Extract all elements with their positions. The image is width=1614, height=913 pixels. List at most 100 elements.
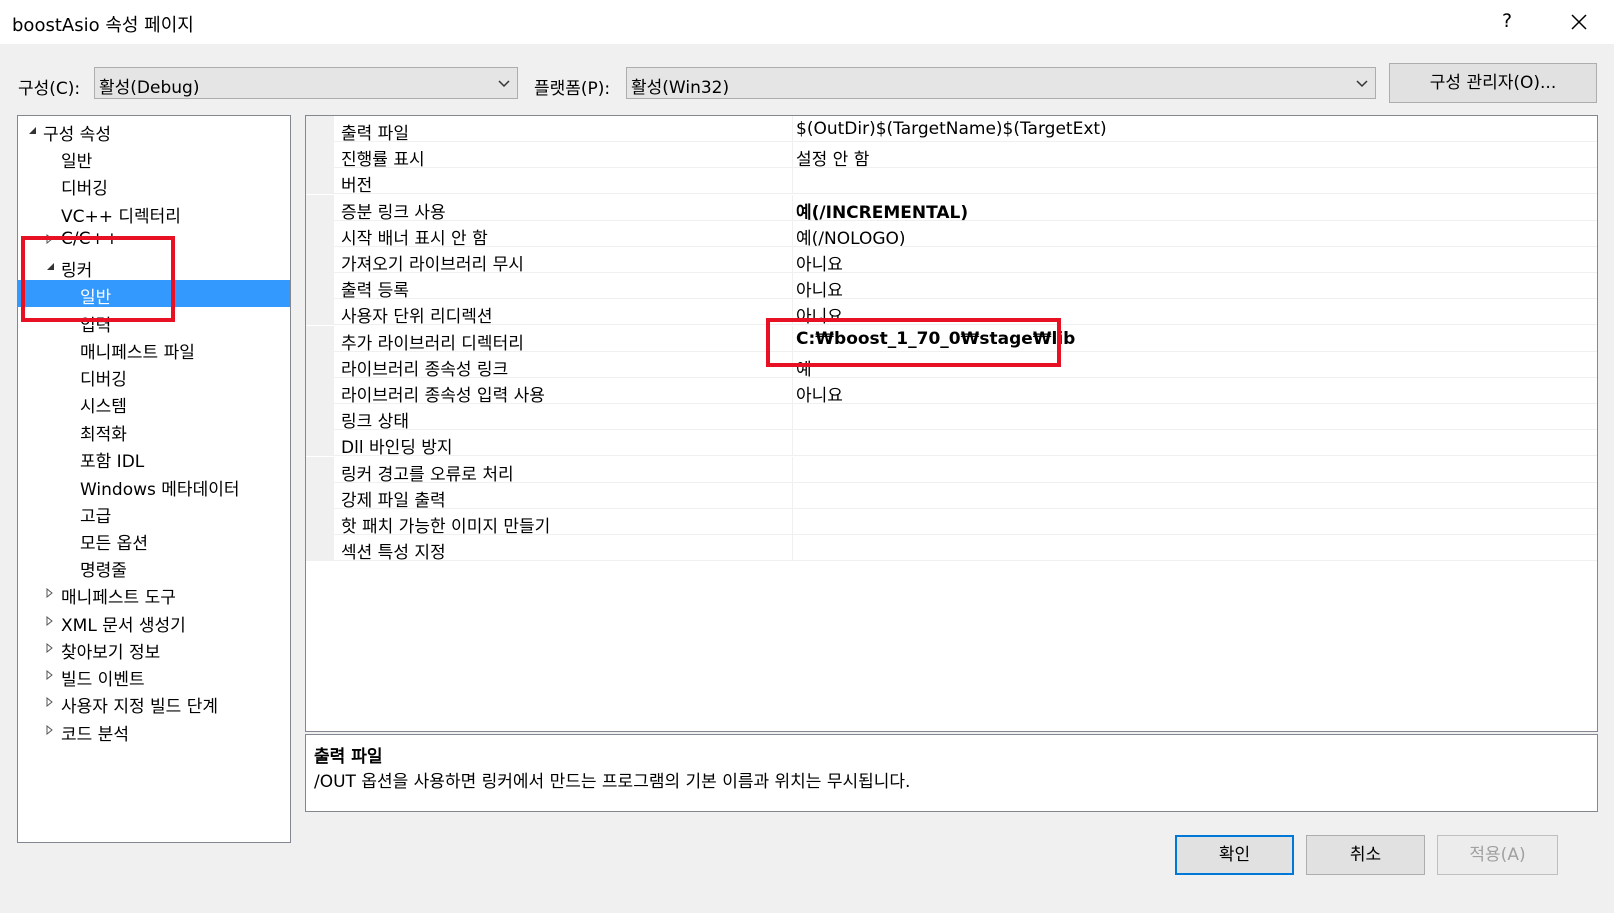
tree-item[interactable]: 최적화 [18, 417, 290, 445]
tree-item[interactable]: 매니페스트 도구 [18, 580, 290, 608]
row-gutter [306, 273, 334, 300]
row-gutter [306, 220, 334, 247]
collapsed-arrow-icon[interactable] [45, 670, 55, 680]
config-combo[interactable]: 활성(Debug) [94, 67, 518, 99]
property-grid: 출력 파일 $(OutDir)$(TargetName)$(TargetExt) 진… [305, 115, 1598, 732]
expanded-arrow-icon[interactable] [27, 125, 37, 135]
ok-button[interactable]: 확인 [1175, 835, 1294, 875]
collapsed-arrow-icon[interactable] [45, 588, 55, 598]
tree-item[interactable]: VC++ 디렉터리 [18, 199, 290, 227]
tree-item[interactable]: 사용자 지정 빌드 단계 [18, 689, 290, 717]
tree-item-label: 모든 옵션 [80, 534, 148, 554]
collapsed-arrow-icon[interactable] [45, 697, 55, 707]
tree-item-label: 매니페스트 파일 [80, 343, 195, 363]
tree-item[interactable]: 포함 IDL [18, 444, 290, 472]
tree-item-label: 최적화 [80, 425, 127, 445]
property-name: 가져오기 라이브러리 무시 [341, 255, 524, 275]
tree-item-label: 사용자 지정 빌드 단계 [61, 697, 218, 717]
property-value[interactable]: 아니요 [796, 302, 843, 327]
property-value[interactable]: 아니요 [796, 250, 843, 275]
config-manager-button[interactable]: 구성 관리자(O)... [1389, 63, 1597, 103]
column-divider [792, 299, 793, 326]
property-row[interactable]: 강제 파일 출력 [306, 482, 1597, 511]
apply-button[interactable]: 적용(A) [1437, 835, 1558, 875]
property-name: 증분 링크 사용 [341, 202, 446, 223]
tree-item-label: 일반 [80, 288, 112, 308]
tree-item[interactable]: 명령줄 [18, 553, 290, 581]
property-row[interactable]: 시작 배너 표시 안 함 예(/NOLOGO) [306, 220, 1597, 249]
tree-item-label: 명령줄 [80, 561, 127, 581]
tree-item[interactable]: XML 문서 생성기 [18, 608, 290, 636]
tree-item-label: C/C++ [61, 229, 119, 249]
property-row[interactable]: 라이브러리 종속성 입력 사용 아니요 [306, 378, 1597, 406]
collapsed-arrow-icon[interactable] [45, 725, 55, 735]
row-gutter [306, 430, 334, 457]
tree-item[interactable]: 매니페스트 파일 [18, 335, 290, 363]
property-value[interactable]: 설정 안 함 [796, 145, 869, 170]
property-name: 라이브러리 종속성 입력 사용 [341, 386, 545, 406]
collapsed-arrow-icon[interactable] [45, 234, 55, 244]
chevron-down-icon [498, 80, 510, 88]
property-row[interactable]: 출력 등록 아니요 [306, 273, 1597, 301]
tree-item[interactable]: 구성 속성 [18, 117, 290, 145]
tree-item[interactable]: 일반 [18, 144, 290, 172]
property-row[interactable]: 버전 [306, 168, 1597, 196]
property-value[interactable]: 아니요 [796, 276, 843, 301]
property-row[interactable]: 진행률 표시 설정 안 함 [306, 142, 1597, 170]
property-value[interactable]: 예(/NOLOGO) [796, 224, 906, 249]
cancel-button[interactable]: 취소 [1306, 835, 1425, 875]
tree-item[interactable]: Windows 메타데이터 [18, 472, 290, 500]
property-row[interactable]: 핫 패치 가능한 이미지 만들기 [306, 509, 1597, 537]
tree-item[interactable]: 빌드 이벤트 [18, 662, 290, 690]
tree-item[interactable]: 코드 분석 [18, 717, 290, 745]
tree-item[interactable]: 찾아보기 정보 [18, 635, 290, 663]
tree-item[interactable]: 입력 [18, 308, 290, 336]
tree-item[interactable]: C/C++ [18, 226, 290, 253]
property-row[interactable]: 링커 경고를 오류로 처리 [306, 456, 1597, 485]
property-name: 라이브러리 종속성 링크 [341, 359, 509, 380]
collapsed-arrow-icon[interactable] [45, 616, 55, 626]
column-divider [792, 404, 793, 431]
tree-item-label: 디버깅 [80, 370, 127, 390]
tree-item[interactable]: 디버깅 [18, 171, 290, 199]
property-row[interactable]: Dll 바인딩 방지 [306, 430, 1597, 459]
window-title: boostAsio 속성 페이지 [12, 15, 194, 36]
tree-item[interactable]: 일반 [18, 280, 290, 308]
property-name: Dll 바인딩 방지 [341, 438, 453, 459]
property-row[interactable]: 출력 파일 $(OutDir)$(TargetName)$(TargetExt) [306, 116, 1597, 144]
property-row[interactable]: 증분 링크 사용 예(/INCREMENTAL) [306, 194, 1597, 223]
tree-item-label: 링커 [61, 261, 93, 281]
column-divider [792, 325, 793, 352]
column-divider [792, 168, 793, 195]
tree-item[interactable]: 링커 [18, 253, 290, 281]
description-text: /OUT 옵션을 사용하면 링커에서 만드는 프로그램의 기본 이름과 위치는 … [314, 772, 911, 792]
property-value[interactable]: 아니요 [796, 381, 843, 406]
tree-item[interactable]: 고급 [18, 499, 290, 527]
close-icon[interactable] [1563, 6, 1595, 38]
property-value[interactable]: 예 [796, 355, 812, 380]
property-value[interactable]: $(OutDir)$(TargetName)$(TargetExt) [796, 119, 1107, 139]
property-value[interactable]: C:₩boost_1_70_0₩stage₩lib [796, 329, 1075, 349]
column-divider [792, 194, 793, 221]
property-row[interactable]: 가져오기 라이브러리 무시 아니요 [306, 247, 1597, 275]
help-button[interactable]: ? [1492, 6, 1522, 36]
platform-combo[interactable]: 활성(Win32) [626, 67, 1376, 99]
property-tree: 구성 속성 일반 디버깅 VC++ 디렉터리 C/C++ 링커 일반 입력 매니페스트 파일 디버… [17, 115, 291, 843]
tree-item[interactable]: 디버깅 [18, 362, 290, 390]
property-name: 핫 패치 가능한 이미지 만들기 [341, 517, 551, 537]
collapsed-arrow-icon[interactable] [45, 643, 55, 653]
tree-item[interactable]: 모든 옵션 [18, 526, 290, 554]
tree-item[interactable]: 시스템 [18, 389, 290, 417]
property-row[interactable]: 라이브러리 종속성 링크 예 [306, 351, 1597, 380]
column-divider [792, 535, 793, 562]
property-name: 링커 경고를 오류로 처리 [341, 464, 514, 485]
expanded-arrow-icon[interactable] [45, 261, 55, 271]
row-gutter [306, 325, 334, 352]
property-row[interactable]: 추가 라이브러리 디렉터리 C:₩boost_1_70_0₩stage₩lib [306, 325, 1597, 354]
row-gutter [306, 509, 334, 535]
property-row[interactable]: 사용자 단위 리디렉션 아니요 [306, 299, 1597, 327]
property-row[interactable]: 섹션 특성 지정 [306, 535, 1597, 563]
row-gutter [306, 299, 334, 326]
property-value[interactable]: 예(/INCREMENTAL) [796, 198, 968, 223]
property-row[interactable]: 링크 상태 [306, 404, 1597, 432]
